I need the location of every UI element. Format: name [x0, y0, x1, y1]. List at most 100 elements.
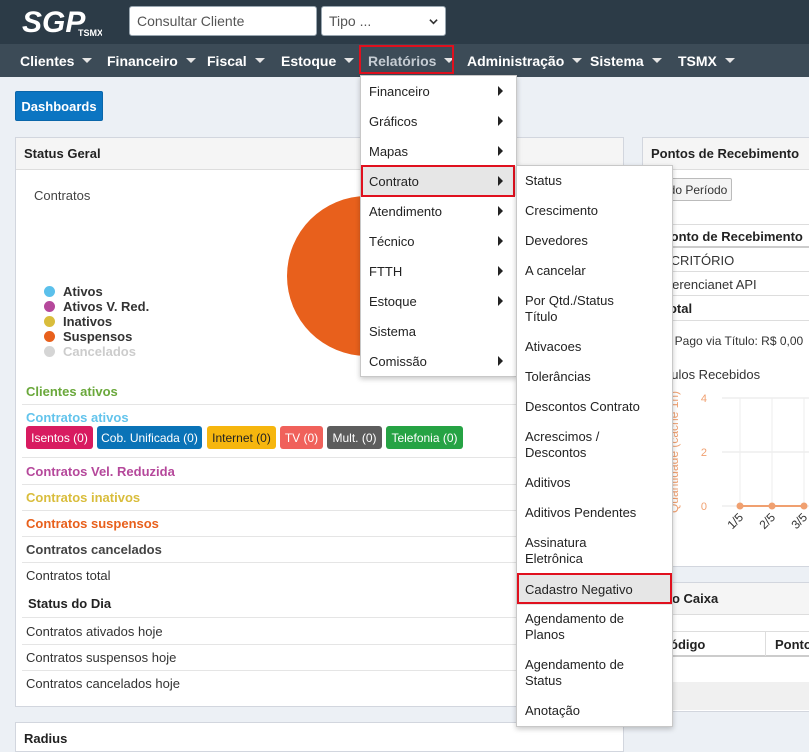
divider — [22, 562, 516, 563]
submenu-crescimento[interactable]: Crescimento — [517, 203, 672, 219]
submenu-tolerancias[interactable]: Tolerâncias — [517, 369, 672, 385]
contratos-cancelados-label[interactable]: Contratos cancelados — [26, 542, 162, 557]
status-do-dia-heading: Status do Dia — [28, 596, 112, 611]
contratos-ativos-label[interactable]: Contratos ativos — [26, 410, 129, 425]
clientes-ativos-label[interactable]: Clientes ativos — [26, 384, 118, 399]
submenu-acrescimos-descontos[interactable]: Acrescimos / Descontos — [517, 429, 617, 461]
arrow-right-icon — [498, 356, 503, 366]
contratos-total-label: Contratos total — [26, 568, 111, 583]
caret-down-icon — [82, 58, 93, 63]
search-client-input[interactable] — [129, 6, 317, 36]
arrow-right-icon — [498, 236, 503, 246]
arrow-right-icon — [498, 146, 503, 156]
nav-tsmx[interactable]: TSMX — [678, 44, 735, 77]
nav-administracao[interactable]: Administração — [467, 44, 583, 77]
badge-mult[interactable]: Mult. (0) — [327, 426, 382, 449]
tipo-select-label: Tipo ... — [329, 13, 372, 29]
highlight-contrato — [361, 165, 515, 197]
dashboards-button[interactable]: Dashboards — [15, 91, 103, 121]
nav-sistema[interactable]: Sistema — [590, 44, 662, 77]
relatorios-menu: Financeiro Gráficos Mapas Contrato Atend… — [360, 75, 517, 377]
contratos-cancelados-hoje-label: Contratos cancelados hoje — [26, 676, 180, 691]
submenu-a-cancelar[interactable]: A cancelar — [517, 263, 672, 279]
svg-text:TSMX: TSMX — [78, 28, 102, 38]
arrow-right-icon — [498, 86, 503, 96]
menu-item-mapas[interactable]: Mapas — [361, 136, 516, 166]
submenu-assinatura-eletronica[interactable]: Assinatura Eletrônica — [517, 535, 607, 567]
menu-item-sistema[interactable]: Sistema — [361, 316, 516, 346]
legend-cancelados[interactable]: Cancelados — [44, 344, 136, 359]
submenu-devedores[interactable]: Devedores — [517, 233, 672, 249]
highlight-relatorios — [359, 45, 454, 74]
sgp-logo[interactable]: SGP TSMX — [22, 6, 102, 38]
arrow-right-icon — [498, 266, 503, 276]
arrow-right-icon — [498, 116, 503, 126]
arrow-right-icon — [498, 296, 503, 306]
submenu-anotacao[interactable]: Anotação — [517, 703, 672, 719]
menu-item-atendimento[interactable]: Atendimento — [361, 196, 516, 226]
nav-estoque[interactable]: Estoque — [281, 44, 355, 77]
submenu-status[interactable]: Status — [517, 173, 672, 189]
nav-financeiro[interactable]: Financeiro — [107, 44, 196, 77]
caret-down-icon — [724, 58, 735, 63]
periodo-button[interactable]: do Período — [664, 178, 732, 201]
total-pago-titulo: al Pago via Título: R$ 0,00 — [662, 334, 804, 348]
chart-y-tick-label: 0 — [701, 501, 707, 513]
tipo-select[interactable]: Tipo ... — [321, 6, 446, 36]
caixa-codigo-column: ódigo — [670, 637, 706, 652]
chevron-down-icon — [429, 18, 438, 24]
nav-fiscal[interactable]: Fiscal — [207, 44, 265, 77]
divider — [22, 484, 516, 485]
badge-tv[interactable]: TV (0) — [280, 426, 323, 449]
divider — [652, 320, 809, 321]
divider — [22, 670, 516, 671]
menu-item-estoque[interactable]: Estoque — [361, 286, 516, 316]
submenu-agendamento-planos[interactable]: Agendamento de Planos — [517, 611, 632, 643]
ponto-recebimento-column: Ponto de Recebimento — [662, 229, 803, 244]
contratos-inativos-label[interactable]: Contratos inativos — [26, 490, 140, 505]
legend-ativos-vred[interactable]: Ativos V. Red. — [44, 299, 149, 314]
badge-internet[interactable]: Internet (0) — [207, 426, 276, 449]
contratos-chart-title: Contratos — [34, 188, 91, 203]
caret-down-icon — [185, 58, 196, 63]
caret-down-icon — [344, 58, 355, 63]
contratos-suspensos-label[interactable]: Contratos suspensos — [26, 516, 159, 531]
nav-clientes[interactable]: Clientes — [20, 44, 93, 77]
legend-suspensos[interactable]: Suspensos — [44, 329, 132, 344]
titulos-recebidos-chart: Quantidade (cache 1h) 4201/5 2/5 3/5 — [667, 391, 809, 532]
contratos-suspensos-hoje-label: Contratos suspensos hoje — [26, 650, 177, 665]
menu-item-ftth[interactable]: FTTH — [361, 256, 516, 286]
chart-data-point — [768, 502, 776, 510]
chart-y-tick-label: 4 — [701, 393, 707, 405]
chart-x-tick-label: 2/5 — [756, 510, 778, 532]
submenu-agendamento-status[interactable]: Agendamento de Status — [517, 657, 632, 689]
submenu-aditivos-pendentes[interactable]: Aditivos Pendentes — [517, 505, 672, 521]
caret-down-icon — [254, 58, 265, 63]
badge-isentos[interactable]: Isentos (0) — [26, 426, 93, 449]
divider — [22, 536, 516, 537]
menu-item-graficos[interactable]: Gráficos — [361, 106, 516, 136]
menu-item-comissao[interactable]: Comissão — [361, 346, 516, 376]
titulos-recebidos-title: ítulos Recebidos — [664, 367, 761, 382]
badge-telefonia[interactable]: Telefonia (0) — [386, 426, 463, 449]
caret-down-icon — [572, 58, 583, 63]
pie-slice-suspensos — [287, 196, 367, 356]
chart-data-point — [800, 502, 808, 510]
contratos-vel-reduzida-label[interactable]: Contratos Vel. Reduzida — [26, 464, 175, 479]
contratos-pie-chart — [287, 196, 367, 356]
submenu-aditivos[interactable]: Aditivos — [517, 475, 672, 491]
legend-ativos[interactable]: Ativos — [44, 284, 103, 299]
divider — [22, 510, 516, 511]
submenu-ativacoes[interactable]: Ativacoes — [517, 339, 672, 355]
submenu-descontos-contrato[interactable]: Descontos Contrato — [517, 399, 672, 415]
divider — [22, 644, 516, 645]
submenu-por-qtd-status-titulo[interactable]: Por Qtd./Status Título — [517, 293, 635, 325]
legend-dot — [44, 331, 55, 342]
legend-inativos[interactable]: Inativos — [44, 314, 112, 329]
divider — [765, 632, 766, 656]
legend-dot — [44, 346, 55, 357]
badge-cob-unificada[interactable]: Cob. Unificada (0) — [97, 426, 202, 449]
menu-item-tecnico[interactable]: Técnico — [361, 226, 516, 256]
menu-item-financeiro[interactable]: Financeiro — [361, 76, 516, 106]
contratos-ativados-hoje-label: Contratos ativados hoje — [26, 624, 163, 639]
